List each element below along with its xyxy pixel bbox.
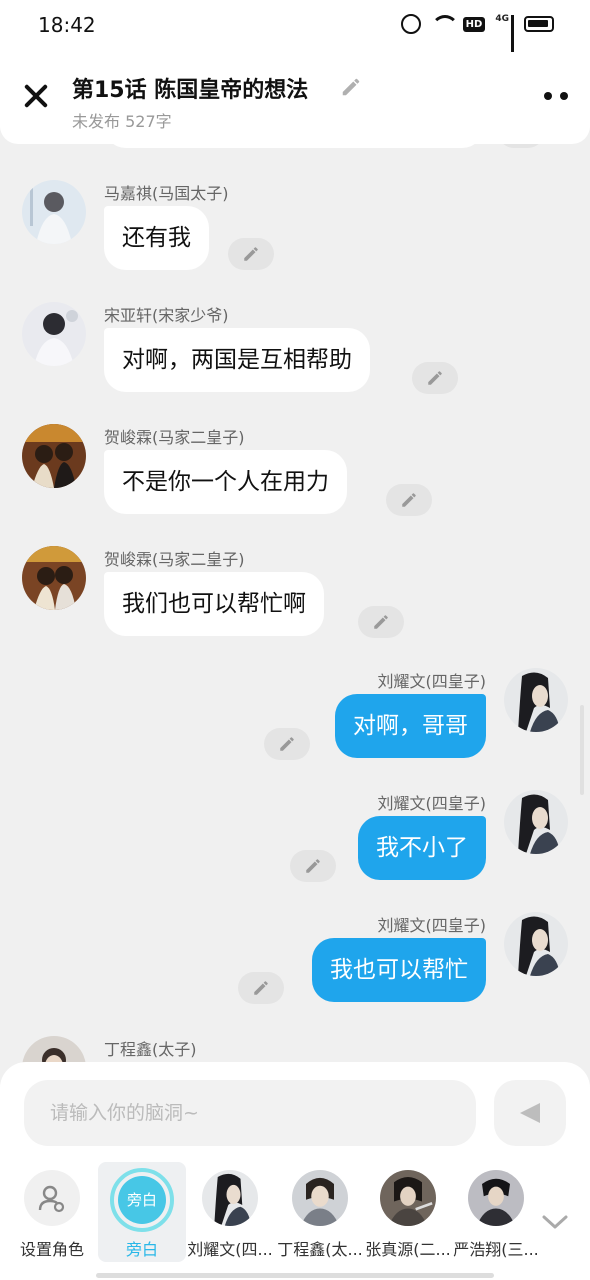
signal-icon bbox=[511, 15, 514, 63]
message-bubble[interactable]: 还有我 bbox=[104, 206, 209, 270]
sender-name: 刘耀文(四皇子) bbox=[377, 794, 487, 813]
status-time: 18:42 bbox=[38, 13, 96, 37]
sender-name: 宋亚轩(宋家少爷) bbox=[104, 306, 229, 325]
avatar[interactable] bbox=[22, 546, 86, 610]
edit-message-button[interactable] bbox=[238, 972, 284, 1004]
wifi-icon bbox=[430, 15, 459, 33]
avatar[interactable] bbox=[504, 790, 568, 854]
pencil-icon bbox=[428, 371, 442, 385]
role-selector: 设置角色 旁白 旁白 刘耀文(四... 丁程鑫(太... 张真源(二... 严浩… bbox=[0, 1162, 590, 1268]
role-avatar bbox=[468, 1170, 524, 1226]
message-bubble[interactable]: 不是你一个人在用力 bbox=[104, 450, 347, 514]
pencil-icon bbox=[280, 737, 294, 751]
sender-name: 刘耀文(四皇子) bbox=[377, 916, 487, 935]
message-bubble[interactable]: 对啊，哥哥 bbox=[335, 694, 486, 758]
role-label: 设置角色 bbox=[19, 1240, 84, 1259]
chapter-subtitle: 未发布 527字 bbox=[72, 112, 172, 131]
sender-name: 马嘉祺(马国太子) bbox=[104, 184, 229, 203]
chat-list[interactable]: 马嘉祺(马国太子) 还有我 宋亚轩(宋家少爷) 对啊，两国是互相帮助 贺峻霖(马… bbox=[0, 144, 590, 1064]
previous-edit-button[interactable] bbox=[498, 144, 544, 148]
message-bubble[interactable]: 对啊，两国是互相帮助 bbox=[104, 328, 370, 392]
chapter-title: 第15话 陈国皇帝的想法 bbox=[72, 78, 309, 103]
message-input[interactable]: 请输入你的脑洞~ bbox=[24, 1080, 476, 1146]
role-label: 丁程鑫(太... bbox=[277, 1240, 363, 1259]
user-settings-icon bbox=[24, 1170, 80, 1226]
chevron-down-icon[interactable] bbox=[540, 1212, 570, 1232]
role-scrollbar[interactable] bbox=[96, 1273, 494, 1278]
pencil-icon bbox=[402, 493, 416, 507]
sender-name: 贺峻霖(马家二皇子) bbox=[104, 550, 245, 569]
narrator-badge: 旁白 bbox=[110, 1168, 174, 1232]
role-label: 刘耀文(四... bbox=[187, 1240, 273, 1259]
hd-icon: HD bbox=[462, 16, 486, 32]
sender-name: 贺峻霖(马家二皇子) bbox=[104, 428, 245, 447]
edit-message-button[interactable] bbox=[228, 238, 274, 270]
role-character[interactable]: 严浩翔(三... bbox=[452, 1162, 540, 1262]
avatar[interactable] bbox=[504, 668, 568, 732]
previous-message-bubble bbox=[104, 144, 484, 148]
status-icons: HD 4G bbox=[400, 14, 554, 63]
battery-icon bbox=[524, 16, 554, 32]
pencil-icon bbox=[306, 859, 320, 873]
edit-title-icon[interactable] bbox=[340, 76, 362, 98]
network-label: 4G bbox=[495, 14, 509, 24]
avatar[interactable] bbox=[22, 302, 86, 366]
avatar[interactable] bbox=[504, 912, 568, 976]
sender-name: 丁程鑫(太子) bbox=[104, 1040, 197, 1059]
chat-scrollbar[interactable] bbox=[580, 705, 584, 795]
role-character[interactable]: 刘耀文(四... bbox=[186, 1162, 274, 1262]
message-bubble[interactable]: 我不小了 bbox=[358, 816, 486, 880]
header: 第15话 陈国皇帝的想法 未发布 527字 bbox=[0, 52, 590, 144]
status-bar: 18:42 HD 4G bbox=[0, 0, 590, 63]
alarm-icon bbox=[400, 14, 421, 34]
role-character[interactable]: 丁程鑫(太... bbox=[276, 1162, 364, 1262]
avatar[interactable] bbox=[22, 424, 86, 488]
composer-panel: 请输入你的脑洞~ 设置角色 旁白 旁白 刘耀文(四... 丁程鑫(太... 张真… bbox=[0, 1062, 590, 1280]
edit-message-button[interactable] bbox=[412, 362, 458, 394]
more-options-button[interactable] bbox=[544, 92, 568, 100]
role-avatar bbox=[380, 1170, 436, 1226]
role-label: 张真源(二... bbox=[365, 1240, 451, 1259]
send-button[interactable] bbox=[494, 1080, 566, 1146]
edit-message-button[interactable] bbox=[290, 850, 336, 882]
sender-name: 刘耀文(四皇子) bbox=[377, 672, 487, 691]
edit-message-button[interactable] bbox=[358, 606, 404, 638]
avatar[interactable] bbox=[22, 180, 86, 244]
pencil-icon bbox=[254, 981, 268, 995]
send-icon bbox=[520, 1103, 540, 1123]
avatar[interactable] bbox=[22, 1036, 86, 1064]
message-bubble[interactable]: 我也可以帮忙 bbox=[312, 938, 486, 1002]
close-button[interactable] bbox=[20, 80, 52, 112]
pencil-icon bbox=[244, 247, 258, 261]
role-label: 旁白 bbox=[125, 1240, 158, 1259]
role-set-character[interactable]: 设置角色 bbox=[8, 1162, 96, 1262]
edit-message-button[interactable] bbox=[386, 484, 432, 516]
edit-message-button[interactable] bbox=[264, 728, 310, 760]
role-character[interactable]: 张真源(二... bbox=[364, 1162, 452, 1262]
pencil-icon bbox=[374, 615, 388, 629]
role-avatar bbox=[292, 1170, 348, 1226]
role-label: 严浩翔(三... bbox=[453, 1240, 539, 1259]
message-bubble[interactable]: 我们也可以帮忙啊 bbox=[104, 572, 324, 636]
role-avatar bbox=[202, 1170, 258, 1226]
role-narrator[interactable]: 旁白 旁白 bbox=[98, 1162, 186, 1262]
